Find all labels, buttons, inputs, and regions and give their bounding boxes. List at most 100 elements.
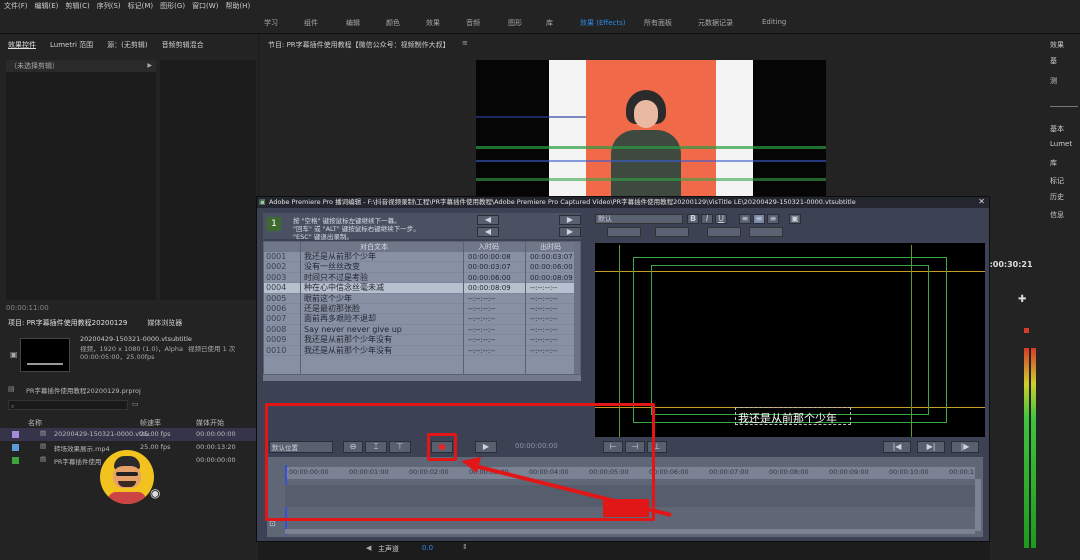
subtitle-row[interactable]: 0004 种在心中信念丝毫未减 00:00:08:09 --:--:--:-- — [264, 283, 580, 294]
menu-item-6[interactable]: 窗口(W) — [192, 1, 218, 11]
expand-icon[interactable]: ⇕ — [462, 543, 468, 551]
tab-project[interactable]: 项目: PR字幕插件使用教程20200129 — [8, 318, 127, 328]
project-item-name: 转场效果展示.mp4 — [54, 445, 110, 453]
subtitle-id: 0008 — [266, 324, 287, 334]
table-scrollbar[interactable] — [574, 242, 580, 374]
subtitle-row[interactable]: 0008 Say never never give up --:--:--:-- --… — [264, 324, 580, 336]
align-left-button[interactable]: ≡ — [739, 214, 751, 224]
right-timecode: 0:00:30:21 — [984, 260, 1033, 269]
workspace-tab-3[interactable]: 颜色 — [386, 18, 400, 28]
subtitle-row[interactable]: 0007 面前再多艰险不退却 --:--:--:-- --:--:--:-- — [264, 314, 580, 325]
new-bin-icon[interactable]: ▭ — [132, 400, 139, 408]
align-center-button[interactable]: ≡ — [753, 214, 765, 224]
menu-icon[interactable]: ≡ — [462, 39, 468, 47]
prev-frame-button[interactable]: ◀ — [477, 227, 499, 237]
horizontal-scrollbar[interactable] — [263, 375, 581, 381]
workspace-tab-10[interactable]: 元数据记录 — [698, 18, 733, 28]
tab-media-browser[interactable]: 媒体浏览器 — [147, 318, 182, 328]
subtitle-out: --:--:--:-- — [530, 304, 558, 313]
project-item-start: 00:00:00:00 — [196, 456, 236, 464]
underline-button[interactable]: U — [715, 214, 727, 224]
menu-item-5[interactable]: 图形(G) — [160, 1, 185, 11]
workspace-tab-5[interactable]: 音频 — [466, 18, 480, 28]
workspace-tab-7[interactable]: 库 — [546, 18, 553, 28]
right-panel-item-1[interactable]: 基 — [1050, 56, 1057, 66]
menu-item-1[interactable]: 编辑(E) — [35, 1, 59, 11]
next-line-button[interactable]: ▶ — [559, 215, 581, 225]
subtitle-id: 0004 — [266, 283, 287, 293]
subtitle-text: 我还是从前那个少年没有 — [304, 335, 392, 345]
right-panel-item-5[interactable]: 库 — [1050, 158, 1057, 168]
align-right-button[interactable]: ≡ — [767, 214, 779, 224]
subtitle-text-box[interactable]: 我还是从前那个少年 — [735, 407, 851, 425]
italic-button[interactable]: I — [701, 214, 713, 224]
right-panel-item-8[interactable]: 信息 — [1050, 210, 1064, 220]
prev-line-button[interactable]: ◀ — [477, 215, 499, 225]
subtitle-row[interactable]: 0010 我还是从前那个少年没有 --:--:--:-- --:--:--:-- — [264, 346, 580, 356]
clip-type-icon: ▤ — [40, 442, 47, 450]
folder-icon: ▤ — [8, 385, 15, 393]
clip-duration: 00:00:05:00，25.00fps — [80, 353, 155, 361]
col-name[interactable]: 名称 — [28, 418, 42, 428]
preset-select[interactable]: 默认 — [595, 214, 683, 224]
right-panel-item-4[interactable]: Lumet — [1050, 140, 1072, 148]
hint-line-3: "ESC" 键退出录制。 — [293, 233, 353, 241]
subtitle-row[interactable]: 0009 我还是从前那个少年没有 --:--:--:-- --:--:--:-- — [264, 335, 580, 346]
workspace-tab-11[interactable]: Editing — [762, 18, 786, 26]
text-box-button[interactable]: ▣ — [789, 214, 801, 224]
clip-type-icon: ▤ — [40, 429, 47, 437]
add-icon[interactable]: ✚ — [1018, 294, 1026, 305]
project-item-fps: 25.00 fps — [140, 443, 171, 451]
font-size-field[interactable] — [607, 227, 641, 237]
tab-lumetri-scopes[interactable]: Lumetri 范围 — [50, 40, 93, 50]
subtitle-row[interactable]: 0003 时间只不过是考验 00:00:06:00 00:00:08:09 — [264, 272, 580, 284]
out-point-button[interactable]: ▶| — [917, 441, 945, 453]
tab-source[interactable]: 源：(无剪辑) — [107, 40, 147, 50]
workspace-tab-4[interactable]: 效果 — [426, 18, 440, 28]
col-fps[interactable]: 帧速率 — [140, 418, 161, 428]
position-x-field[interactable] — [707, 227, 741, 237]
next-frame-button[interactable]: ▶ — [559, 227, 581, 237]
col-media-start[interactable]: 媒体开始 — [196, 418, 224, 428]
right-panel-item-3[interactable]: 基本 — [1050, 124, 1064, 134]
play-triangle-icon[interactable]: ▶ — [147, 60, 152, 72]
bold-button[interactable]: B — [687, 214, 699, 224]
subtitle-id: 0003 — [266, 272, 287, 282]
next-point-button[interactable]: |▶ — [951, 441, 979, 453]
annotation-arrow — [461, 457, 672, 517]
menu-item-2[interactable]: 剪辑(C) — [65, 1, 89, 11]
position-y-field[interactable] — [749, 227, 783, 237]
subtitle-row[interactable]: 0002 没有一丝丝改变 00:00:03:07 00:00:06:00 — [264, 262, 580, 273]
menu-item-7[interactable]: 帮助(H) — [225, 1, 250, 11]
subtitle-row[interactable]: 0001 我还是从前那个少年 00:00:00:08 00:00:03:07 — [264, 252, 580, 263]
right-panel-item-0[interactable]: 效果 — [1050, 40, 1064, 50]
tab-effect-controls[interactable]: 效果控件 — [8, 40, 36, 50]
right-panel-item-2[interactable]: 测 — [1050, 76, 1057, 86]
workspace-tab-8[interactable]: 效果 (Effects) — [580, 18, 625, 28]
timeline-v-scrollbar[interactable] — [975, 479, 981, 531]
workspace-tab-1[interactable]: 组件 — [304, 18, 318, 28]
menu-item-0[interactable]: 文件(F) — [4, 1, 28, 11]
workspace-tab-9[interactable]: 所有面板 — [644, 18, 672, 28]
close-icon[interactable]: ✕ — [978, 197, 985, 206]
in-point-button[interactable]: |◀ — [883, 441, 911, 453]
workspace-tab-0[interactable]: 学习 — [264, 18, 278, 28]
subtitle-row[interactable]: 0006 还是最初那张脸 --:--:--:-- --:--:--:-- — [264, 304, 580, 315]
right-panel-item-6[interactable]: 标记 — [1050, 176, 1064, 186]
subtitle-row[interactable]: 0005 眼前这个少年 --:--:--:-- --:--:--:-- — [264, 294, 580, 304]
menu-item-3[interactable]: 序列(S) — [97, 1, 121, 11]
line-spacing-field[interactable] — [655, 227, 689, 237]
tab-audio-clip-mixer[interactable]: 音频剪辑混合 — [162, 40, 204, 50]
right-panel-item-7[interactable]: 历史 — [1050, 192, 1064, 202]
right-panel-slider[interactable] — [1050, 106, 1078, 107]
subtitle-id: 0005 — [266, 293, 287, 303]
menu-item-4[interactable]: 标记(M) — [128, 1, 154, 11]
program-title: 节目: PR字幕插件使用教程【微信公众号：视频制作大叔】 — [268, 41, 450, 49]
clip-thumbnail — [20, 338, 70, 372]
workspace-tab-6[interactable]: 图形 — [508, 18, 522, 28]
subtitle-in: 00:00:08:09 — [468, 284, 511, 293]
project-list-item[interactable]: ▤ 20200429-150321-0000.vtsu 25.00 fps 00:00… — [0, 428, 258, 441]
workspace-tab-2[interactable]: 编辑 — [346, 18, 360, 28]
timeline-h-scrollbar[interactable] — [285, 529, 975, 534]
project-search-input[interactable]: ⌕ — [8, 400, 128, 410]
